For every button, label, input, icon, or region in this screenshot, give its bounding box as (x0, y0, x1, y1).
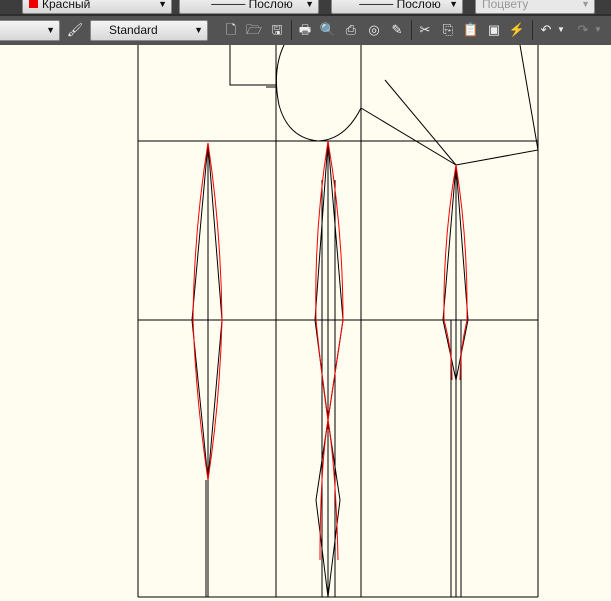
match-properties-icon[interactable]: 🖌 (66, 21, 84, 39)
new-file-icon[interactable]: 🗋 (222, 21, 240, 39)
block-editor-icon[interactable]: ⚡ (508, 21, 526, 39)
properties-toolbar: Красный ▼ ──── Послою ▼ ──── Послою ▼ Поцве… (0, 0, 611, 14)
linetype-dropdown[interactable]: ──── Послою ▼ (179, 0, 319, 14)
3d-dwf-icon[interactable]: ◎ (365, 21, 383, 39)
plotstyle-dropdown[interactable]: Поцвету ▼ (475, 0, 595, 14)
chevron-down-icon: ▼ (449, 0, 458, 9)
redo-dropdown-icon[interactable]: ▼ (593, 21, 603, 39)
red-swatch-icon (29, 0, 38, 8)
redo-icon[interactable]: ↷ (574, 21, 592, 39)
chevron-down-icon: ▼ (305, 0, 314, 9)
undo-icon[interactable]: ↶ (537, 21, 555, 39)
print-icon[interactable]: 🖶 (296, 21, 314, 39)
undo-dropdown-icon[interactable]: ▼ (556, 21, 566, 39)
dart-right (442, 164, 469, 597)
layer-dropdown[interactable]: ▼ (0, 20, 60, 41)
linetype-value: Послою (248, 0, 293, 11)
chevron-down-icon: ▼ (46, 25, 55, 35)
print-preview-icon[interactable]: 🔍 (319, 21, 337, 39)
copy-icon[interactable]: ⎘ (439, 21, 457, 39)
drawing-canvas[interactable] (0, 45, 611, 601)
text-style-dropdown[interactable]: Standard ▼ (90, 20, 208, 41)
separator (411, 20, 412, 40)
save-icon[interactable]: 🖫 (268, 21, 286, 39)
cut-icon[interactable]: ✂ (416, 21, 434, 39)
separator (532, 20, 533, 40)
paste-icon[interactable]: 📋 (462, 21, 480, 39)
separator (291, 20, 292, 40)
color-dropdown[interactable]: Красный ▼ (22, 0, 172, 14)
dart-center (314, 140, 344, 598)
open-folder-icon[interactable]: 🗁 (245, 21, 263, 39)
etransmit-icon[interactable]: ✎ (388, 21, 406, 39)
standard-toolbar: ▼ 🖌 Standard ▼ 🗋 🗁 🖫 🖶 🔍 ⎙ ◎ ✎ ✂ ⎘ 📋 ▣ ⚡ … (0, 14, 611, 45)
publish-icon[interactable]: ⎙ (342, 21, 360, 39)
plotstyle-value: Поцвету (482, 0, 529, 11)
lineweight-dropdown[interactable]: ──── Послою ▼ (331, 0, 463, 14)
dart-left (191, 142, 223, 597)
chevron-down-icon: ▼ (194, 25, 203, 35)
chevron-down-icon: ▼ (581, 0, 590, 9)
text-style-value: Standard (109, 23, 158, 37)
color-value: Красный (42, 0, 91, 11)
chevron-down-icon: ▼ (158, 0, 167, 9)
lineweight-value: Послою (396, 0, 441, 11)
paste-special-icon[interactable]: ▣ (485, 21, 503, 39)
